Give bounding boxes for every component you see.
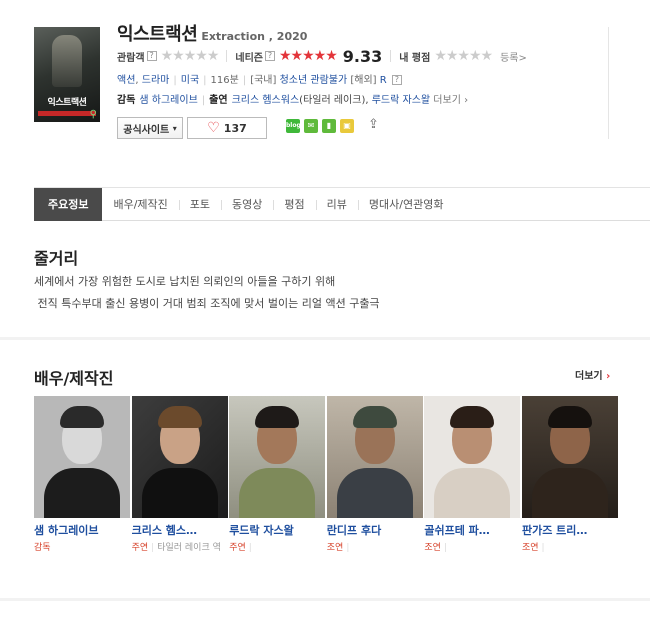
cast-photo[interactable] (34, 396, 130, 518)
cast-link[interactable]: 루드락 자스왈 (372, 95, 430, 106)
cast-photo[interactable] (326, 396, 423, 518)
cast-card[interactable]: 란디프 후다 조연 | (326, 396, 425, 556)
help-icon[interactable]: ? (146, 51, 157, 61)
grade-kr-link[interactable]: 청소년 관람불가 (280, 75, 348, 86)
cast-name[interactable]: 골쉬프테 파… (424, 522, 520, 538)
audience-stars: ★★★★★ (160, 48, 220, 64)
runtime: 116분 (210, 75, 239, 86)
synopsis-line: 전직 특수부대 출신 용병이 거대 범죄 조직에 맞서 벌이는 리얼 액션 구출… (34, 297, 380, 310)
cast-position: 조연 (424, 543, 441, 553)
movie-info-row: 액션, 드라마 | 미국 | 116분 | [국내] 청소년 관람불가 [해외] R ? (117, 71, 402, 86)
country-link[interactable]: 미국 (181, 75, 199, 86)
grade-intl-link[interactable]: R (380, 75, 387, 86)
cast-name[interactable]: 크리스 헴스… (132, 522, 228, 538)
heart-icon: ♡ (207, 120, 220, 136)
help-icon[interactable]: ? (391, 75, 402, 85)
staff-row: 감독 샘 하그레이브 | 출연 크리스 헴스워스(타일러 레이크), 루드락 자스왈 더… (117, 95, 469, 106)
tab-video[interactable]: 동영상 (221, 188, 273, 221)
movie-title-english: Extraction , 2020 (201, 30, 308, 43)
tab-main-info[interactable]: 주요정보 (34, 187, 103, 221)
cast-photo[interactable] (424, 396, 521, 518)
cast-photo[interactable] (131, 396, 228, 518)
tab-cast-crew[interactable]: 배우/제작진 (102, 188, 178, 221)
cast-name[interactable]: 샘 하그레이브 (34, 522, 130, 538)
share-icons: blog ✉ ▮ ▣ (286, 119, 354, 133)
cast-name[interactable]: 란디프 후다 (327, 522, 423, 538)
cast-position: 감독 (34, 543, 51, 553)
cast-name[interactable]: 판가즈 트리… (522, 522, 618, 538)
synopsis-line: 세계에서 가장 위험한 도시로 납치된 의뢰인의 아들을 구하기 위해 (34, 275, 336, 288)
cast-position: 주연 (229, 543, 246, 553)
tab-bar: 주요정보 배우/제작진 포토 동영상 평점 리뷰 명대사/연관영화 (34, 187, 650, 221)
like-button[interactable]: ♡ 137 (187, 117, 267, 139)
cast-list: 샘 하그레이브 감독 크리스 헴스… 주연 | 타일러 레이크 역 루드락 자스왈 … (34, 396, 620, 556)
movie-title: 익스트랙션 Extraction , 2020 (117, 20, 307, 46)
section-divider (0, 337, 650, 340)
official-site-button[interactable]: 공식사이트 ▾ (117, 117, 183, 139)
poster-title: 익스트랙션 (47, 98, 87, 108)
netizen-score: 9.33 (342, 46, 383, 66)
help-icon[interactable]: ? (264, 51, 275, 61)
like-count: 137 (223, 121, 247, 135)
director-label: 감독 (117, 95, 136, 106)
netizen-stars: ★★★★★ (278, 48, 338, 64)
tab-review[interactable]: 리뷰 (315, 188, 358, 221)
rating-row: 관람객 ? ★★★★★ 네티즌 ? ★★★★★ 9.33 내 평점 ★★★★★ … (117, 46, 527, 66)
magnify-icon: ⚲ (89, 109, 97, 120)
cast-card[interactable]: 크리스 헴스… 주연 | 타일러 레이크 역 (131, 396, 230, 556)
synopsis-heading: 줄거리 (34, 249, 79, 268)
cast-position: 주연 (131, 543, 149, 553)
movie-poster[interactable]: 익스트랙션 ⚲ (34, 27, 100, 122)
my-rating-label: 내 평점 (399, 52, 431, 64)
movie-title-korean: 익스트랙션 (117, 24, 198, 45)
genre-link[interactable]: 액션 (117, 75, 135, 86)
cast-card[interactable]: 루드락 자스왈 주연 | (229, 396, 327, 556)
bookmark-share-icon[interactable]: ▮ (322, 119, 336, 133)
cast-link[interactable]: 크리스 헴스워스 (232, 95, 300, 106)
staff-more-link[interactable]: 더보기 › (433, 95, 468, 106)
cast-position: 조연 (521, 543, 539, 553)
cast-more-link[interactable]: 더보기 › (575, 367, 610, 382)
cast-section-heading: 배우/제작진 (34, 369, 114, 388)
share-icon[interactable]: ⇪ (368, 117, 384, 133)
chevron-down-icon: ▾ (172, 123, 177, 133)
cast-position: 조연 (326, 543, 344, 553)
director-link[interactable]: 샘 하그레이브 (139, 95, 197, 106)
talk-share-icon[interactable]: ✉ (304, 119, 318, 133)
cast-card[interactable]: 골쉬프테 파… 조연 | (424, 396, 522, 556)
cast-role: 타일러 레이크 역 (157, 543, 221, 553)
cast-name[interactable]: 루드락 자스왈 (229, 522, 325, 538)
my-rating-stars[interactable]: ★★★★★ (434, 48, 493, 64)
blog-share-icon[interactable]: blog (286, 119, 301, 133)
cast-label: 출연 (209, 95, 228, 106)
cast-photo[interactable] (229, 396, 326, 518)
netizen-rating-label: 네티즌 (235, 52, 263, 64)
section-divider (0, 598, 650, 601)
cast-card[interactable]: 샘 하그레이브 감독 (34, 396, 132, 556)
register-rating-link[interactable]: 등록> (500, 49, 527, 64)
audience-rating-label: 관람객 (117, 52, 145, 64)
tab-rating[interactable]: 평점 (273, 188, 315, 221)
cast-photo[interactable] (521, 396, 618, 518)
memo-share-icon[interactable]: ▣ (340, 119, 354, 133)
cast-card[interactable]: 판가즈 트리… 조연 | (521, 396, 620, 556)
tab-quotes-related[interactable]: 명대사/연관영화 (357, 188, 455, 221)
tab-photo[interactable]: 포토 (178, 188, 221, 221)
genre-link[interactable]: 드라마 (142, 75, 170, 86)
